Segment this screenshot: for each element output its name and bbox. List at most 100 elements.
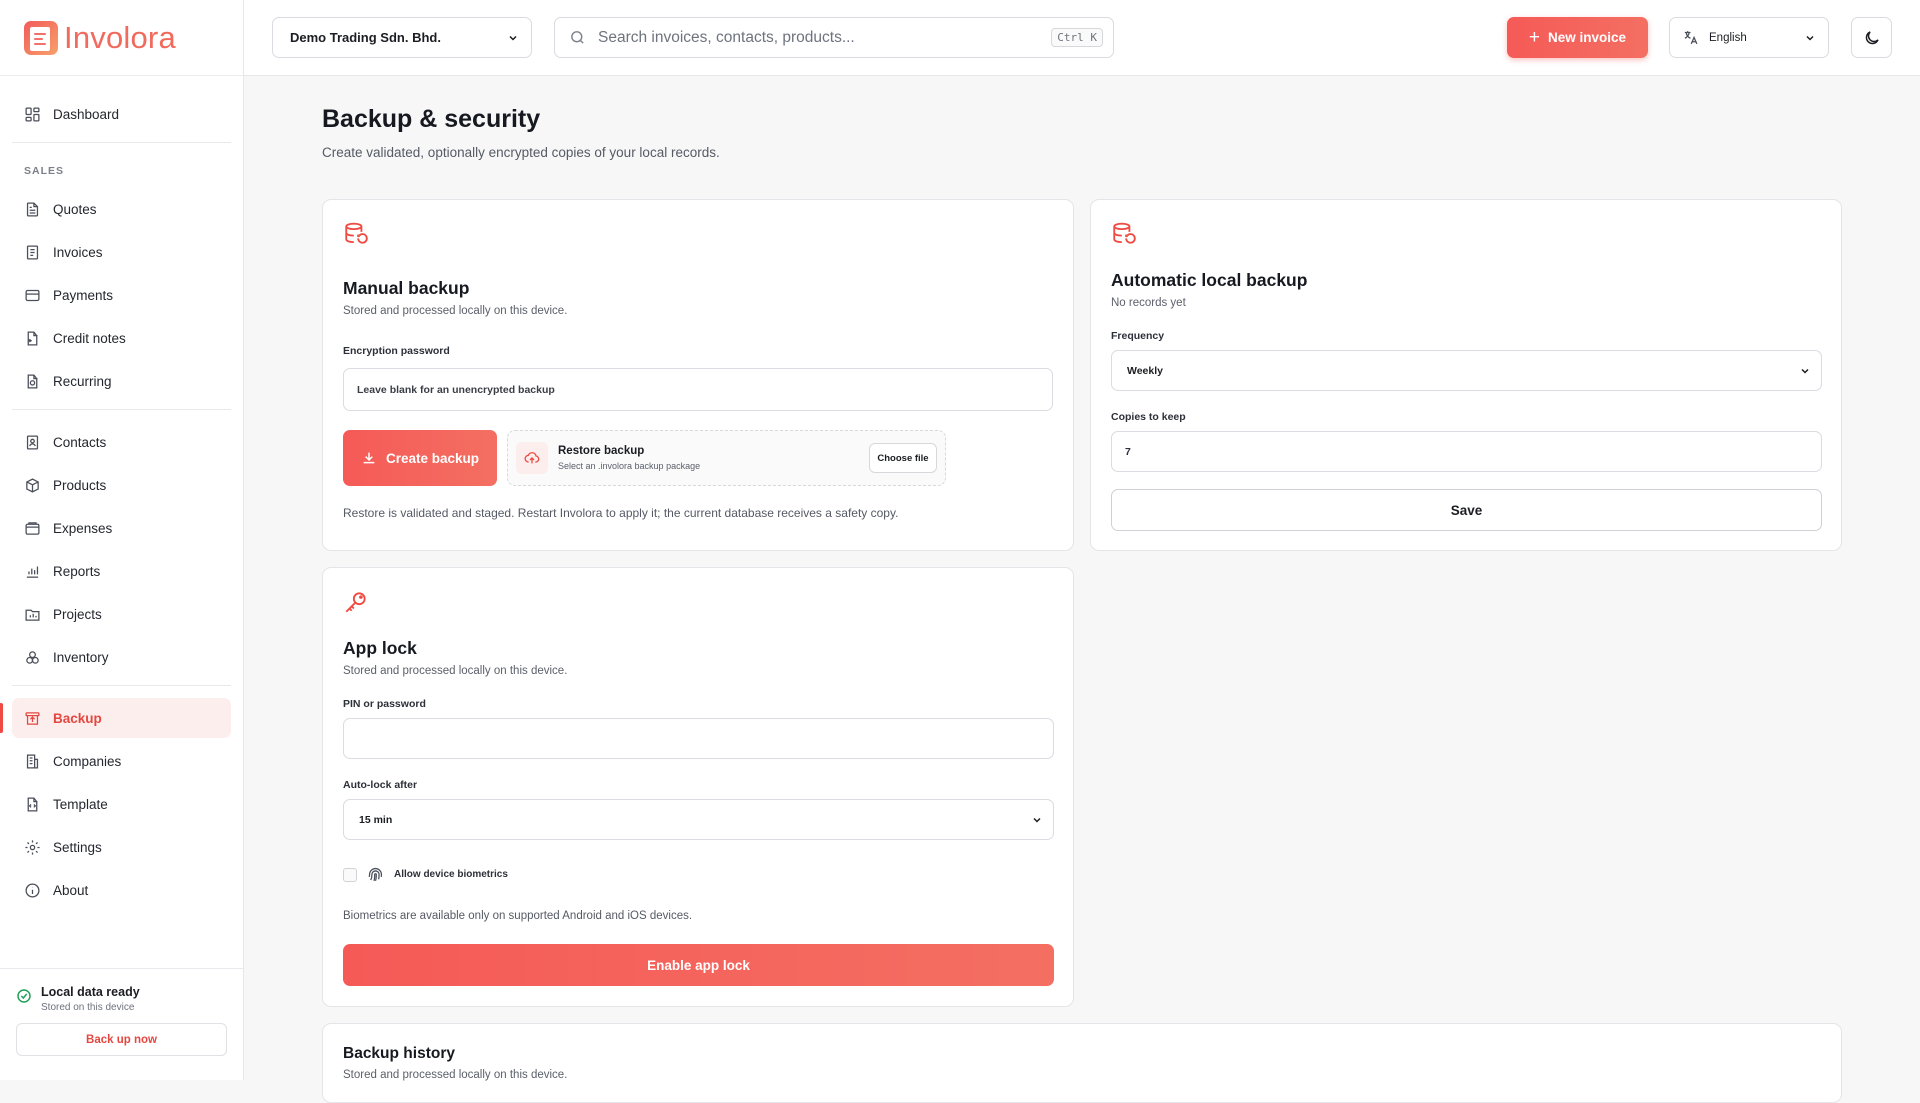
pin-label: PIN or password xyxy=(343,698,426,710)
backup-history-subtitle: Stored and processed locally on this dev… xyxy=(343,1069,568,1081)
sidebar-item-products[interactable]: Products xyxy=(12,465,231,505)
sidebar-item-label: Invoices xyxy=(53,244,103,260)
sidebar-item-label: Payments xyxy=(53,287,114,303)
wallet-icon xyxy=(25,521,40,535)
top-bar: Demo Trading Sdn. Bhd. Search invoices, … xyxy=(244,0,1920,76)
page-title: Backup & security xyxy=(322,105,541,133)
pin-password-field[interactable] xyxy=(343,718,1054,759)
sidebar-item-label: Products xyxy=(53,477,107,493)
sidebar-item-companies[interactable]: Companies xyxy=(12,741,231,781)
database-backup-icon xyxy=(1113,222,1136,244)
frequency-label: Frequency xyxy=(1111,330,1165,342)
sidebar-item-dashboard[interactable]: Dashboard xyxy=(12,94,231,134)
sidebar-item-credit-notes[interactable]: Credit notes xyxy=(12,318,231,358)
app-lock-card: App lock Stored and processed locally on… xyxy=(322,567,1074,1007)
sidebar-item-backup[interactable]: Backup xyxy=(0,698,231,738)
search-shortcut: Ctrl K xyxy=(1051,28,1103,47)
new-invoice-label: New invoice xyxy=(1548,30,1627,45)
automatic-backup-card: Automatic local backup No records yet Fr… xyxy=(1090,199,1842,551)
create-backup-button[interactable]: Create backup xyxy=(343,430,497,486)
biometrics-checkbox[interactable] xyxy=(343,867,357,882)
auto-lock-select[interactable]: 15 min xyxy=(343,799,1054,840)
document-icon xyxy=(26,201,39,217)
chart-icon xyxy=(26,566,39,578)
restore-backup-dropzone[interactable]: Restore backup Select an .involora backu… xyxy=(507,430,946,486)
chevron-down-icon xyxy=(1033,817,1041,823)
create-backup-label: Create backup xyxy=(385,450,480,466)
company-select-value: Demo Trading Sdn. Bhd. xyxy=(290,30,441,45)
biometrics-note: Biometrics are available only on support… xyxy=(343,910,693,922)
page-subtitle: Create validated, optionally encrypted c… xyxy=(322,145,720,160)
download-icon xyxy=(363,452,375,464)
local-data-status: Local data ready Stored on this device xyxy=(16,985,227,1013)
dashboard-icon xyxy=(25,106,40,122)
recurring-icon xyxy=(27,373,38,389)
company-select[interactable]: Demo Trading Sdn. Bhd. xyxy=(272,17,532,58)
biometrics-label: Allow device biometrics xyxy=(394,869,508,880)
new-invoice-button[interactable]: + New invoice xyxy=(1507,17,1648,58)
auto-lock-label: Auto-lock after xyxy=(343,779,418,791)
sidebar-item-projects[interactable]: Projects xyxy=(12,594,231,634)
sidebar-item-label: Template xyxy=(53,796,108,812)
divider xyxy=(12,409,231,410)
sidebar-item-label: Inventory xyxy=(53,649,109,665)
sidebar-footer: Local data ready Stored on this device B… xyxy=(0,968,243,1080)
restore-note: Restore is validated and staged. Restart… xyxy=(343,506,899,520)
cloud-upload-icon xyxy=(524,452,540,464)
biometrics-option: Allow device biometrics xyxy=(343,865,508,884)
translate-icon xyxy=(1684,31,1698,45)
sidebar-item-label: Credit notes xyxy=(53,330,126,346)
theme-toggle-button[interactable] xyxy=(1851,17,1892,58)
sidebar-item-template[interactable]: Template xyxy=(12,784,231,824)
gear-icon xyxy=(25,839,40,855)
sidebar-item-about[interactable]: About xyxy=(12,870,231,910)
auto-lock-value: 15 min xyxy=(359,813,393,826)
sidebar-item-label: Expenses xyxy=(53,520,113,536)
sidebar-item-label: Settings xyxy=(53,839,102,855)
building-icon xyxy=(26,753,39,769)
sidebar-item-label: Companies xyxy=(53,753,122,769)
app-lock-title: App lock xyxy=(343,638,417,658)
sidebar-item-invoices[interactable]: Invoices xyxy=(12,232,231,272)
sidebar-item-quotes[interactable]: Quotes xyxy=(12,189,231,229)
sidebar-item-recurring[interactable]: Recurring xyxy=(12,361,231,401)
choose-file-button[interactable]: Choose file xyxy=(869,443,937,473)
frequency-select[interactable]: Weekly xyxy=(1111,350,1822,391)
save-button[interactable]: Save xyxy=(1111,489,1822,531)
info-icon xyxy=(25,882,40,898)
restore-icon-tile xyxy=(516,442,548,474)
sidebar-item-label: Dashboard xyxy=(53,106,120,122)
sidebar-item-label: Backup xyxy=(53,710,102,726)
backup-history-card: Backup history Stored and processed loca… xyxy=(322,1023,1842,1103)
app-logo[interactable]: Involora xyxy=(0,0,243,76)
manual-backup-card: Manual backup Stored and processed local… xyxy=(322,199,1074,551)
encryption-password-field[interactable]: Leave blank for an unencrypted backup xyxy=(343,368,1053,411)
language-select[interactable]: English xyxy=(1669,17,1829,58)
status-subtitle: Stored on this device xyxy=(41,1002,135,1013)
backup-history-title: Backup history xyxy=(343,1045,455,1062)
sidebar-item-label: Projects xyxy=(53,606,102,622)
status-title: Local data ready xyxy=(41,985,140,999)
database-backup-icon xyxy=(345,222,368,244)
restore-backup-subtitle: Select an .involora backup package xyxy=(558,461,701,471)
copies-to-keep-field[interactable]: 7 xyxy=(1111,431,1822,472)
search-input[interactable]: Search invoices, contacts, products... C… xyxy=(554,17,1114,58)
sidebar-item-label: Quotes xyxy=(53,201,97,217)
back-up-now-button[interactable]: Back up now xyxy=(16,1023,227,1056)
chevron-down-icon xyxy=(1801,368,1809,374)
sidebar-item-expenses[interactable]: Expenses xyxy=(12,508,231,548)
encryption-password-placeholder: Leave blank for an unencrypted backup xyxy=(357,383,555,396)
package-icon xyxy=(26,477,39,493)
sidebar-item-reports[interactable]: Reports xyxy=(12,551,231,591)
main-content: Backup & security Create validated, opti… xyxy=(322,76,1842,1103)
sidebar-item-inventory[interactable]: Inventory xyxy=(12,637,231,677)
fingerprint-icon xyxy=(368,867,383,882)
sidebar-item-contacts[interactable]: Contacts xyxy=(12,422,231,462)
sidebar-item-payments[interactable]: Payments xyxy=(12,275,231,315)
enable-app-lock-button[interactable]: Enable app lock xyxy=(343,944,1054,986)
chevron-down-icon xyxy=(509,35,517,41)
manual-backup-subtitle: Stored and processed locally on this dev… xyxy=(343,305,568,317)
check-circle-icon xyxy=(17,989,31,1003)
search-icon xyxy=(571,31,584,44)
sidebar-item-settings[interactable]: Settings xyxy=(12,827,231,867)
